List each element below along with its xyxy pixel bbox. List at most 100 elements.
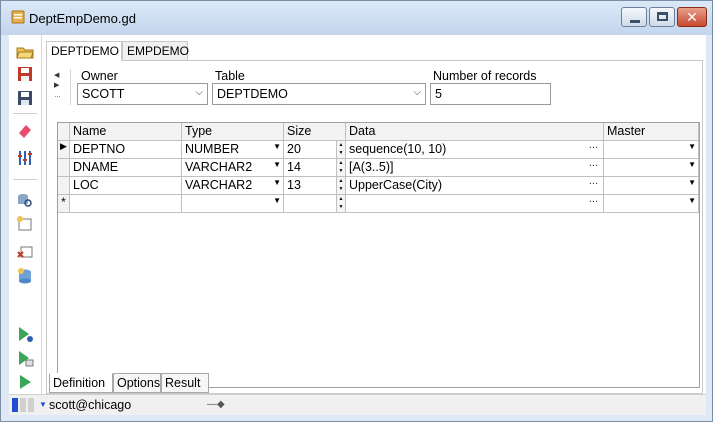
size-cell[interactable]: 20 ▲ ▼ [284,141,346,159]
run-to-table-icon[interactable] [16,349,34,367]
column-header-size[interactable]: Size [284,123,346,141]
owner-select[interactable]: SCOTT ⌵ [77,83,208,105]
new-row[interactable]: * ▼ ▲ ▼ ... ▼ [58,195,699,213]
table-row[interactable]: LOC VARCHAR2 ▼ 13 ▲ ▼ UpperCase(City)... ▼ [58,177,699,195]
table-select[interactable]: DEPTDEMO ⌵ [212,83,426,105]
dropdown-arrow-icon[interactable]: ▼ [688,160,696,169]
master-cell[interactable]: ▼ [604,159,699,177]
tab-deptdemo[interactable]: DEPTDEMO [46,41,122,61]
eraser-icon[interactable] [16,121,34,139]
tab-options[interactable]: Options [113,373,161,393]
records-value: 5 [435,87,442,101]
dropdown-arrow-icon[interactable]: ▼ [273,178,281,187]
column-header-data[interactable]: Data [346,123,604,141]
status-indicator-active [12,398,18,412]
pin-icon[interactable]: —◆ [207,399,225,410]
records-label: Number of records [433,69,537,83]
ellipsis-button[interactable]: ... [589,195,598,205]
new-table-icon[interactable] [16,215,34,233]
status-indicator [28,398,34,412]
connection-dropdown-icon[interactable]: ▼ [39,400,47,409]
client-area: DEPTDEMO EMPDEMO ◀ ▶… Owner SCOTT ⌵ Table… [9,35,706,415]
connection-status[interactable]: scott@chicago [49,398,131,412]
name-cell[interactable] [70,195,182,213]
data-cell[interactable]: UpperCase(City)... [346,177,604,195]
type-cell[interactable]: VARCHAR2 ▼ [182,159,284,177]
name-cell[interactable]: LOC [70,177,182,195]
master-cell[interactable]: ▼ [604,141,699,159]
dropdown-arrow-icon[interactable]: ▼ [273,196,281,205]
status-bar: ▼ scott@chicago —◆ [9,394,706,415]
ellipsis-button[interactable]: ... [589,159,598,169]
records-input[interactable]: 5 [430,83,551,105]
title-bar[interactable]: DeptEmpDemo.gd ✕ [1,1,712,35]
tab-empdemo[interactable]: EMPDEMO [122,41,189,61]
settings-sliders-icon[interactable] [16,149,34,167]
dropdown-arrow-icon[interactable]: ▼ [273,142,281,151]
maximize-button[interactable] [649,7,675,27]
minimize-button[interactable] [621,7,647,27]
spinner-icon[interactable]: ▲ ▼ [336,177,345,194]
chevron-down-icon: ⌵ [413,87,421,98]
save-as-icon[interactable] [16,89,34,107]
dropdown-arrow-icon[interactable]: ▼ [688,142,696,151]
column-header-type[interactable]: Type [182,123,284,141]
master-cell[interactable]: ▼ [604,177,699,195]
type-value: VARCHAR2 [185,178,253,192]
new-row-indicator: * [58,195,70,213]
header-separator [70,69,71,105]
dropdown-arrow-icon[interactable]: ▼ [688,196,696,205]
spinner-icon[interactable]: ▲ ▼ [336,195,345,212]
status-indicator [20,398,26,412]
spinner-icon[interactable]: ▲ ▼ [336,159,345,176]
database-icon[interactable] [16,267,34,285]
column-header-master[interactable]: Master [604,123,699,141]
spinner-icon[interactable]: ▲ ▼ [336,141,345,158]
table-row[interactable]: ▶ DEPTNO NUMBER ▼ 20 ▲ ▼ sequence(10, 10)..… [58,141,699,159]
data-value: UpperCase(City) [349,178,443,192]
size-value: 20 [287,142,301,156]
size-cell[interactable]: 13 ▲ ▼ [284,177,346,195]
table-row[interactable]: DNAME VARCHAR2 ▼ 14 ▲ ▼ [A(3..5)]... ▼ [58,159,699,177]
data-cell[interactable]: sequence(10, 10)... [346,141,604,159]
data-cell[interactable]: ... [346,195,604,213]
toolbar-separator [13,179,37,180]
save-icon[interactable] [16,65,34,83]
master-cell[interactable]: ▼ [604,195,699,213]
row-indicator [58,177,70,195]
record-navigator[interactable]: ◀ ▶… [54,71,66,103]
toolbar-separator [13,113,37,114]
type-value: NUMBER [185,142,240,156]
type-cell[interactable]: NUMBER ▼ [182,141,284,159]
type-cell[interactable]: VARCHAR2 ▼ [182,177,284,195]
size-cell[interactable]: 14 ▲ ▼ [284,159,346,177]
name-cell[interactable]: DNAME [70,159,182,177]
close-button[interactable]: ✕ [677,7,707,27]
type-cell[interactable]: ▼ [182,195,284,213]
tab-definition[interactable]: Definition [49,373,113,393]
table-value: DEPTDEMO [217,87,288,101]
current-row-indicator: ▶ [58,141,70,159]
row-indicator-header [58,123,70,141]
open-folder-icon[interactable] [16,43,34,61]
data-cell[interactable]: [A(3..5)]... [346,159,604,177]
table-label: Table [215,69,245,83]
query-icon[interactable] [16,191,34,209]
run-step-icon[interactable] [16,325,34,343]
size-cell[interactable]: ▲ ▼ [284,195,346,213]
left-toolbar [9,35,42,394]
ellipsis-button[interactable]: ... [589,177,598,187]
data-value: [A(3..5)] [349,160,394,174]
tab-result[interactable]: Result [161,373,209,393]
size-value: 13 [287,178,301,192]
run-icon[interactable] [16,373,34,391]
column-header-name[interactable]: Name [70,123,182,141]
ellipsis-button[interactable]: ... [589,141,598,151]
dropdown-arrow-icon[interactable]: ▼ [273,160,281,169]
document-icon [11,10,25,24]
maximize-icon [657,12,668,21]
delete-table-icon[interactable] [16,243,34,261]
dropdown-arrow-icon[interactable]: ▼ [688,178,696,187]
grid-header-row: Name Type Size Data Master [58,123,699,141]
name-cell[interactable]: DEPTNO [70,141,182,159]
